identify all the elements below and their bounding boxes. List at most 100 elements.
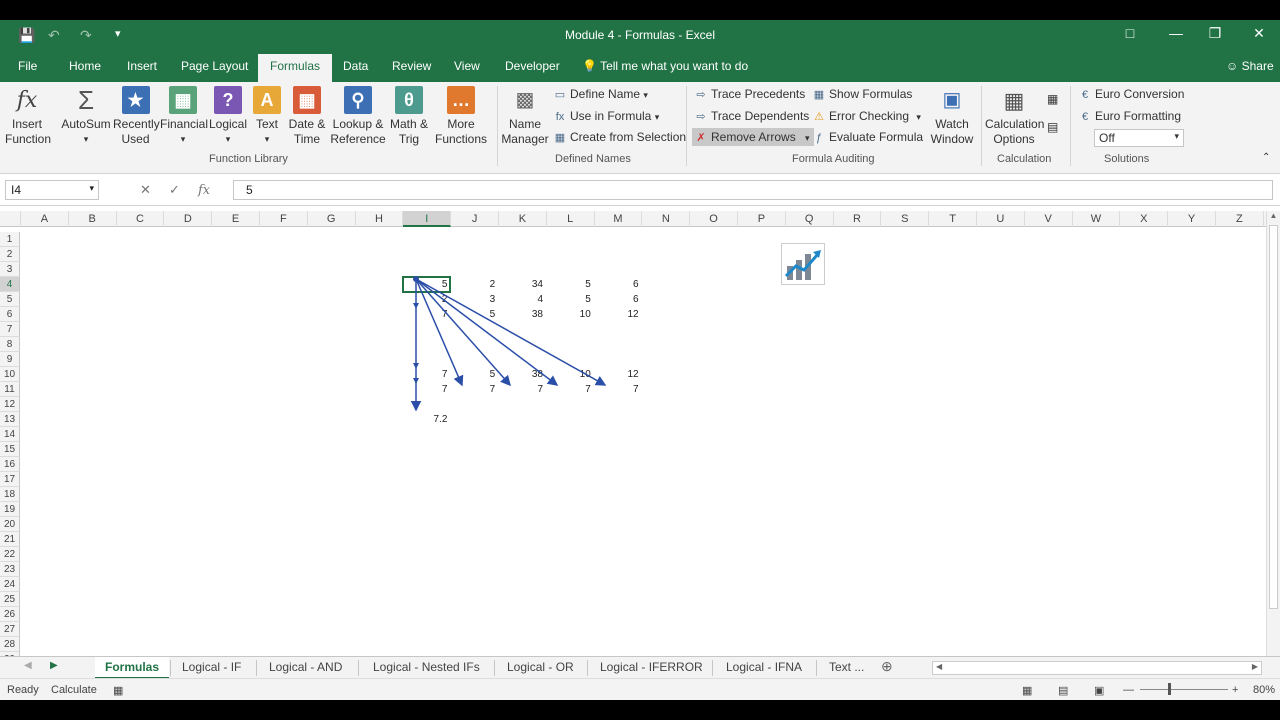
column-header[interactable]: H: [356, 211, 404, 227]
scroll-tabs-right-icon[interactable]: ▶: [50, 660, 58, 671]
euro-formatting-button[interactable]: € Euro Formatting: [1078, 109, 1181, 123]
cell-i11[interactable]: 7: [403, 382, 448, 397]
tab-data[interactable]: Data: [343, 59, 368, 73]
cell-l4[interactable]: 5: [547, 277, 591, 292]
name-box[interactable]: I4 ▾: [5, 180, 99, 200]
macro-record-icon[interactable]: ▦: [113, 684, 123, 697]
normal-view-icon[interactable]: ▦: [1022, 684, 1032, 697]
row-header[interactable]: 21: [0, 532, 20, 547]
row-header[interactable]: 8: [0, 337, 20, 352]
sheet-tab-logical-and[interactable]: Logical - AND: [269, 660, 342, 674]
cell-k10[interactable]: 38: [499, 367, 543, 382]
row-header[interactable]: 28: [0, 637, 20, 652]
scroll-thumb[interactable]: [1269, 225, 1278, 609]
cancel-icon[interactable]: ✕: [140, 182, 151, 197]
cell-k4[interactable]: 34: [499, 277, 543, 292]
column-header[interactable]: S: [881, 211, 930, 227]
logical-button[interactable]: ? Logical ▾: [208, 86, 248, 147]
euro-conversion-button[interactable]: € Euro Conversion: [1078, 87, 1184, 101]
row-header[interactable]: 19: [0, 502, 20, 517]
row-header[interactable]: 3: [0, 262, 20, 277]
sheet-tab-logical-nested-ifs[interactable]: Logical - Nested IFs: [373, 660, 480, 674]
column-header[interactable]: Y: [1168, 211, 1216, 227]
row-header[interactable]: 15: [0, 442, 20, 457]
row-header[interactable]: 9: [0, 352, 20, 367]
row-header[interactable]: 1: [0, 232, 20, 247]
tab-review[interactable]: Review: [392, 59, 431, 73]
math-trig-button[interactable]: θ Math & Trig: [388, 86, 430, 147]
row-header[interactable]: 20: [0, 517, 20, 532]
row-header[interactable]: 2: [0, 247, 20, 262]
recently-used-button[interactable]: ★ Recently Used: [113, 86, 160, 147]
sheet-tab-formulas[interactable]: Formulas: [95, 657, 170, 679]
row-header[interactable]: 26: [0, 607, 20, 622]
column-header[interactable]: I: [403, 211, 452, 227]
share-button[interactable]: ☺ Share: [1226, 59, 1274, 73]
sheet-tab-text[interactable]: Text ...: [829, 660, 864, 674]
row-header[interactable]: 14: [0, 427, 20, 442]
formula-input[interactable]: 5: [233, 180, 1273, 200]
ribbon-display-icon[interactable]: □: [1120, 25, 1140, 41]
row-header[interactable]: 10: [0, 367, 20, 382]
column-header[interactable]: G: [308, 211, 356, 227]
cell-m5[interactable]: 6: [595, 292, 639, 307]
cell-k6[interactable]: 38: [499, 307, 543, 322]
cell-i13[interactable]: 7.2: [403, 412, 447, 427]
row-header[interactable]: 16: [0, 457, 20, 472]
horizontal-scrollbar[interactable]: ◀ ▶: [932, 661, 1262, 675]
more-functions-button[interactable]: … More Functions: [432, 86, 490, 147]
cell-i10[interactable]: 7: [403, 367, 448, 382]
cell-j5[interactable]: 3: [451, 292, 496, 307]
row-header[interactable]: 22: [0, 547, 20, 562]
date-time-button[interactable]: ▦ Date & Time: [286, 86, 328, 147]
minimize-icon[interactable]: —: [1166, 25, 1186, 41]
insert-function-button[interactable]: fx Insert Function: [5, 86, 51, 147]
restore-icon[interactable]: ❐: [1205, 25, 1225, 42]
row-header[interactable]: 23: [0, 562, 20, 577]
column-header[interactable]: N: [642, 211, 691, 227]
cell-i5[interactable]: 2: [403, 292, 448, 307]
trace-dependents-button[interactable]: ⇨ Trace Dependents: [694, 109, 809, 123]
define-name-button[interactable]: ▭ Define Name ▾: [553, 87, 648, 101]
zoom-slider-thumb[interactable]: [1168, 683, 1171, 695]
row-header[interactable]: 4: [0, 277, 20, 292]
cell-k11[interactable]: 7: [499, 382, 543, 397]
calculation-options-button[interactable]: ▦ Calculation Options: [985, 86, 1044, 147]
row-header[interactable]: 17: [0, 472, 20, 487]
cell-k5[interactable]: 4: [499, 292, 543, 307]
tab-view[interactable]: View: [454, 59, 480, 73]
tab-insert[interactable]: Insert: [127, 59, 157, 73]
evaluate-formula-button[interactable]: ƒ Evaluate Formula: [812, 130, 923, 144]
cell-j10[interactable]: 5: [451, 367, 496, 382]
column-header[interactable]: D: [164, 211, 213, 227]
cell-l10[interactable]: 10: [547, 367, 591, 382]
sheet-tab-logical-ifna[interactable]: Logical - IFNA: [726, 660, 802, 674]
sheet-tab-logical-iferror[interactable]: Logical - IFERROR: [600, 660, 703, 674]
column-header[interactable]: K: [499, 211, 547, 227]
sheet-tab-logical-or[interactable]: Logical - OR: [507, 660, 574, 674]
scroll-right-icon[interactable]: ▶: [1252, 662, 1258, 671]
column-header[interactable]: J: [451, 211, 499, 227]
row-header[interactable]: 11: [0, 382, 20, 397]
active-cell[interactable]: [402, 276, 452, 293]
cell-j6[interactable]: 5: [451, 307, 496, 322]
select-all-corner[interactable]: [0, 211, 21, 227]
tab-page-layout[interactable]: Page Layout: [181, 59, 248, 73]
page-layout-view-icon[interactable]: ▤: [1058, 684, 1068, 697]
column-header[interactable]: W: [1073, 211, 1121, 227]
vertical-scrollbar[interactable]: ▲: [1266, 211, 1280, 656]
cell-m11[interactable]: 7: [595, 382, 639, 397]
page-break-view-icon[interactable]: ▣: [1094, 684, 1104, 697]
column-header[interactable]: T: [929, 211, 977, 227]
row-header[interactable]: 6: [0, 307, 20, 322]
text-button[interactable]: A Text ▾: [252, 86, 282, 147]
column-header[interactable]: R: [834, 211, 882, 227]
column-header[interactable]: B: [69, 211, 117, 227]
row-header[interactable]: 12: [0, 397, 20, 412]
column-header[interactable]: X: [1120, 211, 1169, 227]
worksheet-grid[interactable]: ABCDEFGHIJKLMNOPQRSTUVWXYZ 1 2 3 4 5 6 7 8 9 10 11…: [0, 206, 1280, 656]
cell-i6[interactable]: 7: [403, 307, 448, 322]
status-calculate[interactable]: Calculate: [51, 684, 97, 696]
column-header[interactable]: O: [690, 211, 738, 227]
column-header[interactable]: V: [1025, 211, 1073, 227]
